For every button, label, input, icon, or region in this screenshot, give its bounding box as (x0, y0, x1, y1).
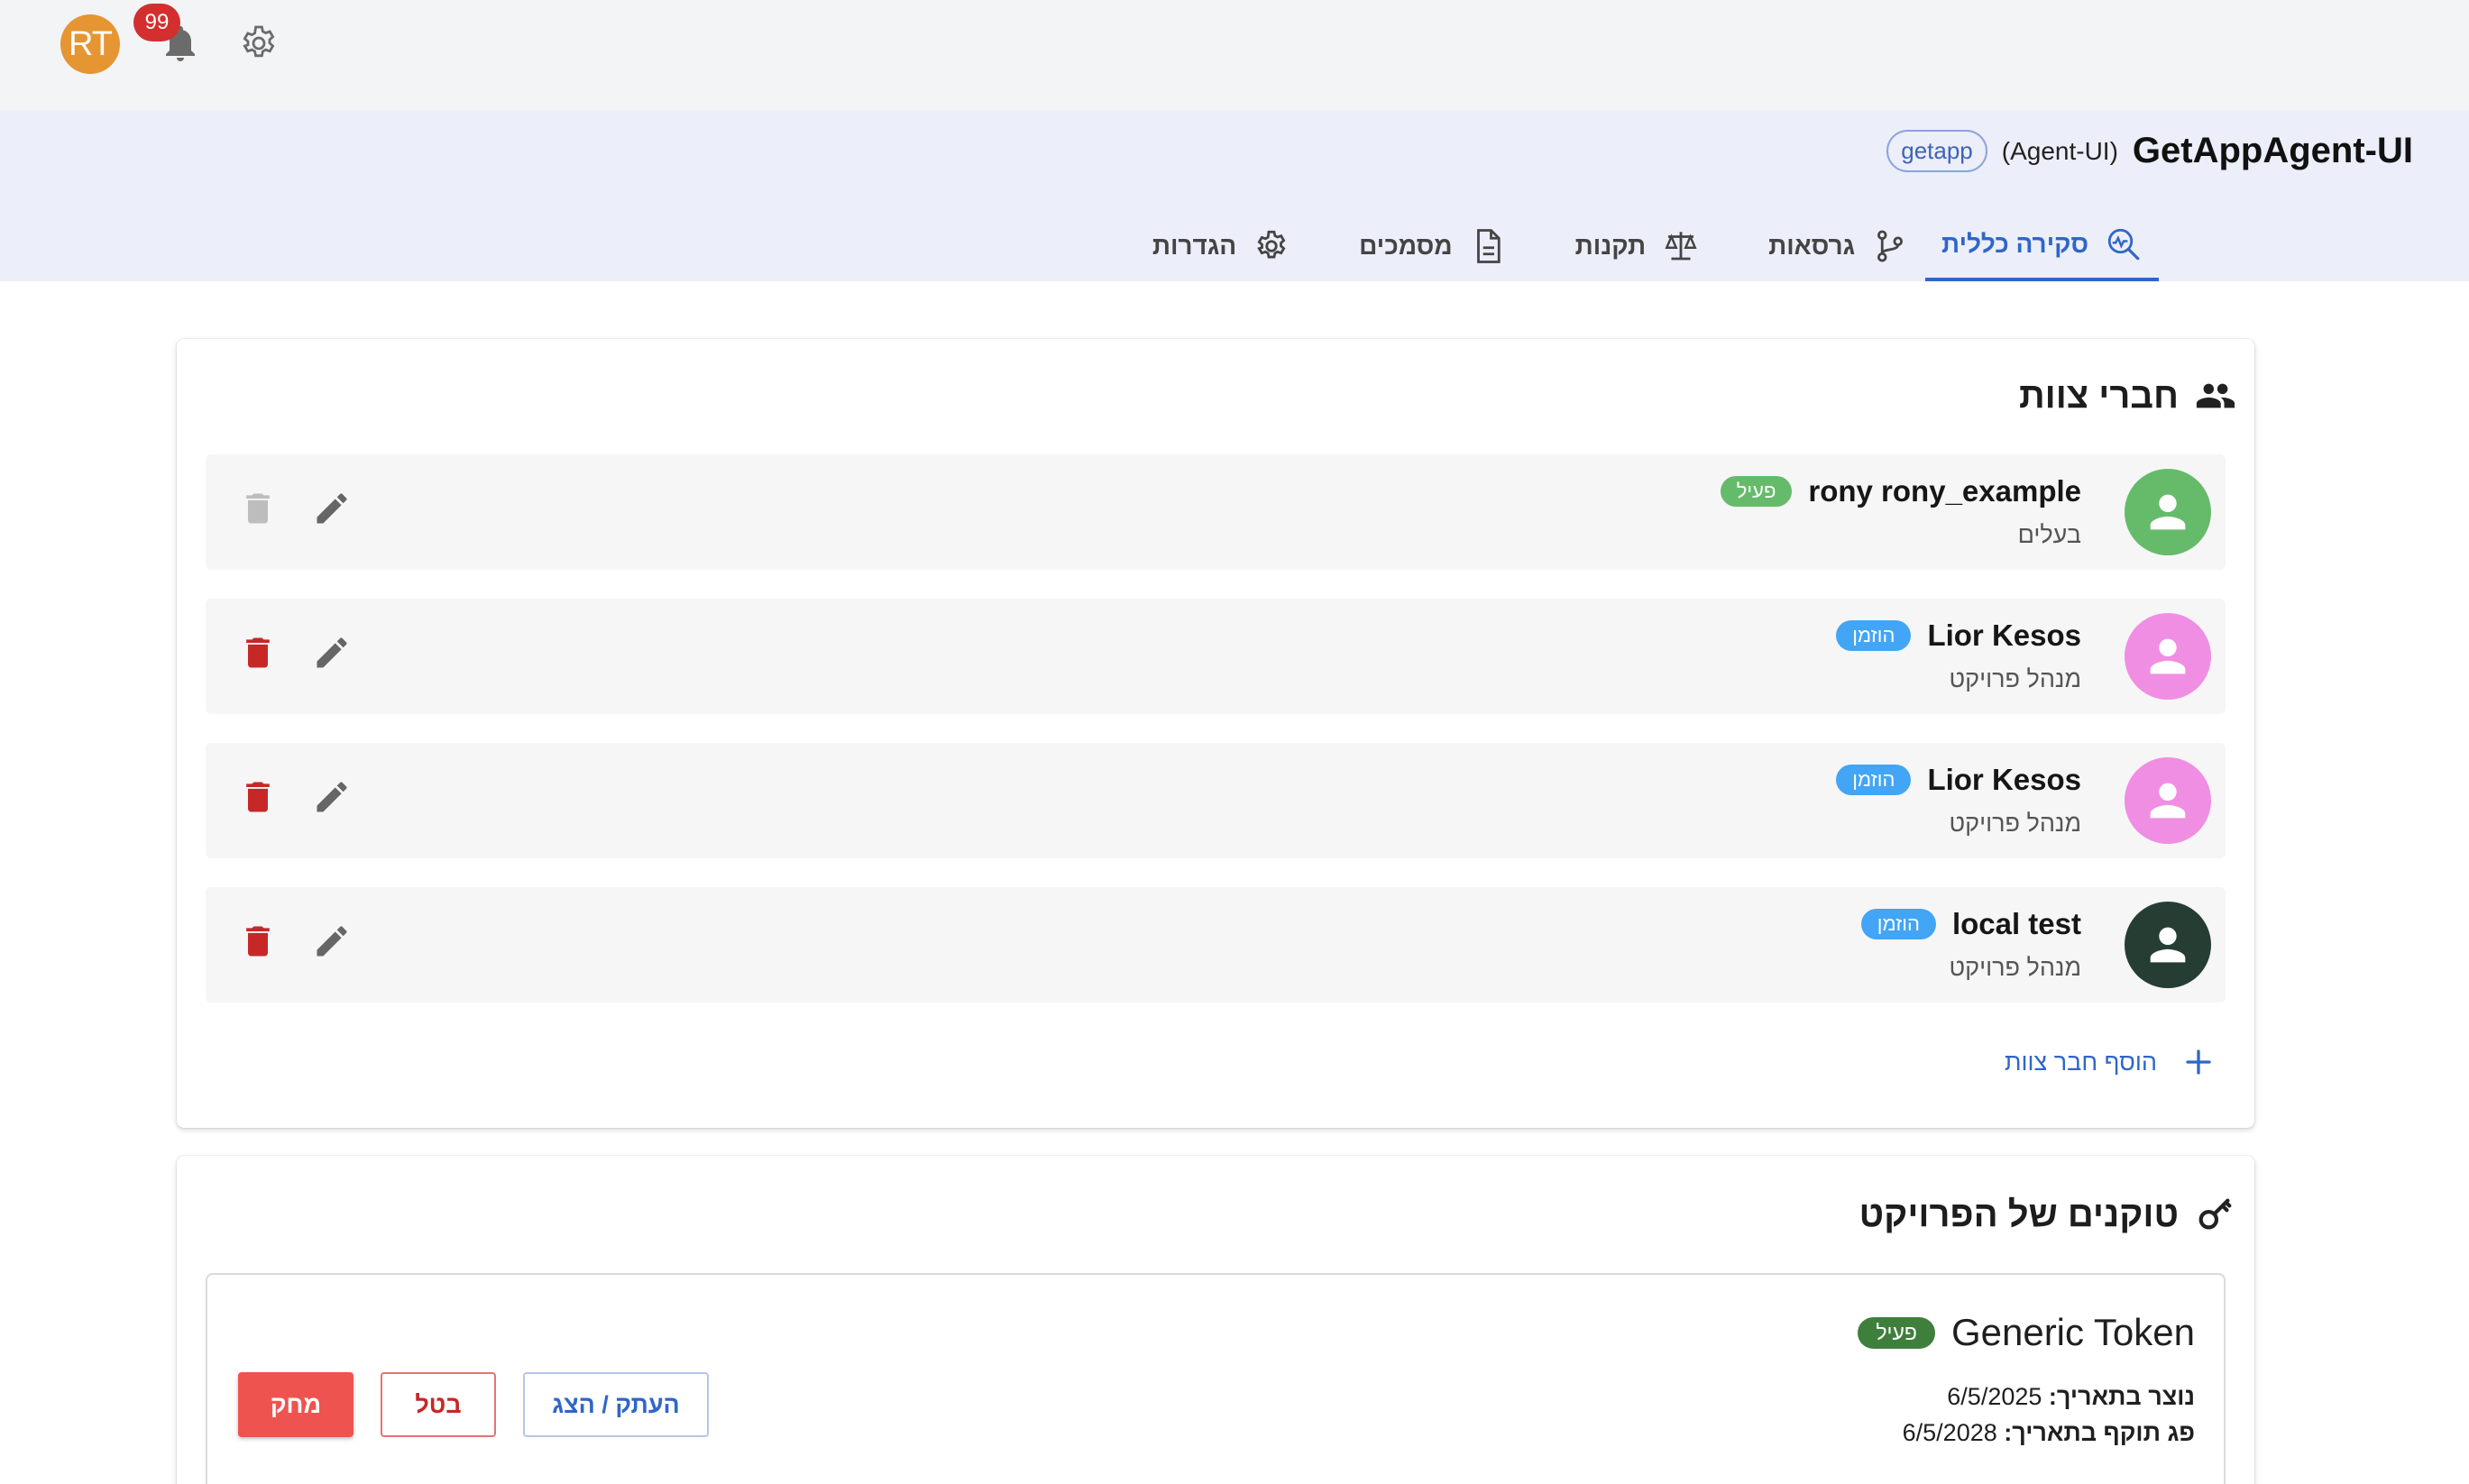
member-status-badge: פעיל (1720, 476, 1793, 507)
member-avatar (2125, 757, 2211, 844)
project-subtitle: (Agent-UI) (2001, 136, 2118, 165)
tokens-title: טוקנים של הפרויקט (1859, 1194, 2236, 1235)
member-name: Lior Kesos (1927, 763, 2081, 796)
team-member-row: rony rony_example פעיל בעלים (206, 454, 2226, 570)
delete-icon (246, 493, 270, 524)
project-chip[interactable]: getapp (1886, 130, 1987, 172)
copy-show-token-button[interactable]: העתק / הצג (523, 1372, 709, 1437)
member-status-badge: הוזמן (1836, 620, 1912, 651)
tab-label: גרסאות (1768, 232, 1856, 260)
delete-icon[interactable] (238, 921, 278, 961)
tab-overview[interactable]: סקירה כללית (1925, 211, 2159, 281)
key-icon (2198, 1198, 2232, 1230)
member-name: rony rony_example (1808, 474, 2081, 508)
token-item: Generic Token פעיל נוצר בתאריך: 6/5/2025… (206, 1273, 2226, 1484)
member-role: בעלים (2017, 521, 2081, 548)
token-expires-label: פג תוקף בתאריך: (2004, 1419, 2195, 1446)
document-icon (1476, 229, 1501, 263)
member-actions (238, 489, 352, 528)
member-status-badge: הוזמן (1836, 765, 1912, 795)
member-name: Lior Kesos (1927, 618, 2081, 652)
team-title: חברי צוות (2019, 375, 2236, 417)
project-tokens-card: טוקנים של הפרויקט Generic Token פעיל נוצ… (177, 1156, 2254, 1484)
token-created: נוצר בתאריך: 6/5/2025 (1947, 1383, 2195, 1411)
team-member-row: local test הוזמן מנהל פרויקט (206, 887, 2226, 1003)
tab-label: תקנות (1574, 232, 1647, 260)
member-avatar (2125, 469, 2211, 555)
tab-label: מסמכים (1359, 232, 1453, 260)
member-role: מנהל פרויקט (1949, 665, 2081, 692)
plus-icon (2186, 1049, 2211, 1075)
tokens-title-text: טוקנים של הפרויקט (1859, 1194, 2179, 1234)
token-created-label: נוצר בתאריך: (2048, 1383, 2195, 1410)
delete-icon[interactable] (238, 777, 278, 817)
edit-icon[interactable] (312, 921, 352, 961)
edit-icon[interactable] (312, 777, 352, 817)
person-icon (2150, 783, 2186, 819)
add-team-member-button[interactable]: הוסף חבר צוות (2005, 1046, 2215, 1078)
member-role: מנהל פרויקט (1949, 954, 2081, 981)
member-actions (238, 921, 352, 961)
top-bar: RT 99 (0, 0, 2469, 110)
member-status-badge: הוזמן (1860, 909, 1936, 939)
branch-icon (1877, 230, 1904, 262)
analytics-icon (2107, 228, 2140, 261)
edit-icon[interactable] (312, 489, 352, 528)
project-tabs: סקירה כללית גרסאות תקנות מסמכים הגדרות (1100, 211, 2159, 281)
gear-icon (1257, 230, 1286, 259)
project-header: GetAppAgent-UI (Agent-UI) getapp סקירה כ… (0, 110, 2469, 281)
tab-versions[interactable]: גרסאות (1752, 211, 1925, 281)
member-avatar (2125, 902, 2211, 988)
token-name: Generic Token (1950, 1311, 2195, 1353)
scale-icon (1665, 232, 1697, 261)
token-created-value: 6/5/2025 (1947, 1383, 2042, 1410)
token-header: Generic Token פעיל (1858, 1311, 2195, 1354)
edit-icon[interactable] (312, 633, 352, 673)
user-avatar[interactable]: RT (60, 14, 120, 74)
tab-documents[interactable]: מסמכים (1343, 211, 1522, 281)
notifications-badge: 99 (133, 4, 180, 41)
tab-label: הגדרות (1152, 232, 1237, 260)
person-icon (2150, 638, 2186, 674)
delete-icon[interactable] (238, 633, 278, 673)
member-actions (238, 777, 352, 817)
person-icon (2150, 494, 2186, 530)
person-icon (2150, 927, 2186, 963)
team-members-card: חברי צוות rony rony_example פעיל בעלים L… (177, 339, 2254, 1128)
member-role: מנהל פרויקט (1949, 810, 2081, 837)
member-header: Lior Kesos הוזמן (1836, 618, 2081, 653)
settings-gear-icon[interactable] (237, 22, 280, 65)
add-member-label: הוסף חבר צוות (2004, 1048, 2157, 1076)
member-actions (238, 633, 352, 673)
project-title: GetAppAgent-UI (Agent-UI) getapp (1886, 130, 2413, 172)
tab-regulations[interactable]: תקנות (1559, 211, 1716, 281)
delete-token-button[interactable]: מחק (238, 1372, 353, 1437)
tab-label: סקירה כללית (1941, 230, 2088, 258)
token-actions: מחק בטל העתק / הצג (238, 1372, 709, 1437)
member-header: rony rony_example פעיל (1720, 474, 2081, 508)
team-member-row: Lior Kesos הוזמן מנהל פרויקט (206, 743, 2226, 858)
token-expires: פג תוקף בתאריך: 6/5/2028 (1903, 1419, 2195, 1447)
member-avatar (2125, 613, 2211, 700)
tab-settings[interactable]: הגדרות (1136, 211, 1307, 281)
member-header: Lior Kesos הוזמן (1836, 763, 2081, 797)
project-name: GetAppAgent-UI (2132, 131, 2413, 170)
team-member-row: Lior Kesos הוזמן מנהל פרויקט (206, 599, 2226, 714)
token-status-badge: פעיל (1858, 1316, 1935, 1349)
member-name: local test (1951, 907, 2081, 940)
member-header: local test הוזמן (1860, 907, 2081, 941)
revoke-token-button[interactable]: בטל (381, 1372, 496, 1437)
team-title-text: חברי צוות (2018, 375, 2179, 416)
token-expires-value: 6/5/2028 (1902, 1419, 1997, 1446)
people-icon (2196, 383, 2235, 408)
